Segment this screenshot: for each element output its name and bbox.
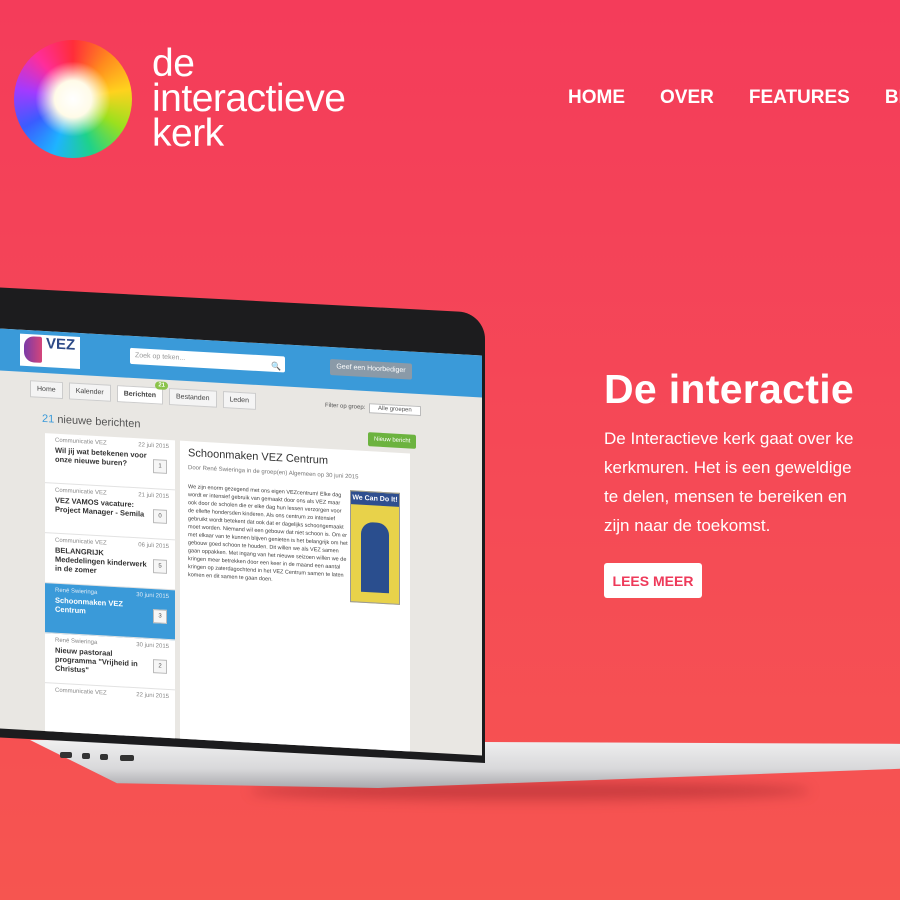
hero-line: kerkmuren. Het is een geweldige xyxy=(604,458,852,477)
tab-home[interactable]: Home xyxy=(30,380,63,400)
app-search-input[interactable]: Zoek op teken... 🔍 xyxy=(130,347,285,376)
post-body: We zijn enorm gezegend met ons eigen VEZ… xyxy=(188,484,348,583)
filter-select[interactable]: Alle groepen xyxy=(369,403,421,417)
tab-bestanden[interactable]: Bestanden xyxy=(169,388,217,408)
brand-wordmark[interactable]: de interactieve kerk xyxy=(152,42,346,155)
item-author: René Swieringa xyxy=(55,587,98,597)
lees-meer-button[interactable]: LEES MEER xyxy=(604,563,702,598)
app-tabs: Home Kalender Berichten 21 Bestanden Led… xyxy=(30,380,256,410)
usb-port-icon xyxy=(100,754,108,760)
logo-icon[interactable] xyxy=(14,40,132,158)
item-author: Communicatie VEZ xyxy=(55,687,107,697)
usb-port-icon xyxy=(82,753,90,759)
nav-item-over[interactable]: OVER xyxy=(660,87,714,109)
hdmi-port-icon xyxy=(120,755,134,761)
post-detail: Schoonmaken VEZ Centrum Door René Swieri… xyxy=(180,440,410,754)
comment-count: 5 xyxy=(153,559,167,574)
list-item-selected[interactable]: René Swieringa 30 juni 2015 Schoonmaken V… xyxy=(45,583,175,641)
item-date: 22 juli 2015 xyxy=(138,442,169,451)
poster-image: We Can Do It! xyxy=(350,490,400,605)
hero-line: te delen, mensen te bereiken en xyxy=(604,487,847,506)
message-count-text: nieuwe berichten xyxy=(57,413,141,431)
search-placeholder: Zoek op teken... xyxy=(135,352,186,362)
comment-count: 3 xyxy=(153,609,167,624)
item-title: Schoonmaken VEZ Centrum xyxy=(55,595,123,616)
usb-port-icon xyxy=(60,752,72,758)
nav-item-home[interactable]: HOME xyxy=(568,87,625,109)
item-author: René Swieringa xyxy=(55,637,98,647)
laptop-screen: VEZ Zoek op teken... 🔍 Geef een Hoorbedi… xyxy=(0,328,482,756)
list-item[interactable]: René Swieringa 30 juni 2015 Nieuw pastora… xyxy=(45,633,175,691)
tab-leden[interactable]: Leden xyxy=(222,390,256,410)
item-title: Nieuw pastoraal programma "Vrijheid in C… xyxy=(55,645,138,675)
search-icon[interactable]: 🔍 xyxy=(271,359,281,376)
tab-berichten-label: Berichten xyxy=(123,390,157,400)
message-count: 21 nieuwe berichten xyxy=(42,413,140,431)
nav-item-blog[interactable]: BLO xyxy=(885,87,900,109)
nav-item-features[interactable]: FEATURES xyxy=(749,87,850,109)
item-title: VEZ VAMOS vacature: Project Manager - Se… xyxy=(55,495,145,519)
item-title: Wil jij wat betekenen voor onze nieuwe b… xyxy=(55,445,147,468)
comment-count: 0 xyxy=(153,509,167,524)
brand-line-2: interactieve xyxy=(152,77,346,120)
app-logo[interactable]: VEZ xyxy=(20,333,80,370)
comment-count: 2 xyxy=(153,659,167,674)
brand-line-1: de xyxy=(152,42,195,85)
poster-caption: We Can Do It! xyxy=(351,491,399,507)
group-filter: Filter op groep: Alle groepen xyxy=(325,401,421,417)
hero-title: De interactie xyxy=(604,366,854,412)
item-date: 30 juni 2015 xyxy=(136,592,169,601)
list-item[interactable]: Communicatie VEZ 21 juli 2015 VEZ VAMOS v… xyxy=(45,483,175,541)
list-item[interactable]: Communicatie VEZ 22 juli 2015 Wil jij wat… xyxy=(45,433,175,491)
new-message-button[interactable]: Nieuw bericht xyxy=(368,432,417,449)
message-count-number: 21 xyxy=(42,412,55,426)
poster-figure xyxy=(361,521,389,594)
app-logo-text: VEZ xyxy=(46,335,76,354)
feedback-button[interactable]: Geef een Hoorbediger xyxy=(330,359,412,380)
main-nav: HOME OVER FEATURES BLO xyxy=(568,87,900,109)
tab-kalender[interactable]: Kalender xyxy=(68,382,111,402)
tab-berichten[interactable]: Berichten 21 xyxy=(116,381,169,405)
item-date: 22 juni 2015 xyxy=(136,692,169,701)
item-date: 21 juli 2015 xyxy=(138,492,169,501)
item-title: BELANGRIJK Mededelingen kinderwerk in de… xyxy=(55,545,147,575)
list-item[interactable]: Communicatie VEZ 06 juli 2015 BELANGRIJK … xyxy=(45,533,175,591)
brand-line-3: kerk xyxy=(152,112,224,155)
hero-description: De Interactieve kerk gaat over ke kerkmu… xyxy=(604,424,900,540)
tab-badge: 21 xyxy=(155,381,169,390)
item-date: 06 juli 2015 xyxy=(138,542,169,551)
message-list: Communicatie VEZ 22 juli 2015 Wil jij wat… xyxy=(45,433,175,741)
hero-line: zijn naar de toekomst. xyxy=(604,516,771,535)
vez-logo-icon xyxy=(24,335,42,363)
filter-label: Filter op groep: xyxy=(325,402,366,411)
hero-line: De Interactieve kerk gaat over ke xyxy=(604,429,854,448)
list-item[interactable]: Communicatie VEZ 22 juni 2015 xyxy=(45,683,175,741)
comment-count: 1 xyxy=(153,459,167,474)
item-date: 30 juni 2015 xyxy=(136,642,169,651)
